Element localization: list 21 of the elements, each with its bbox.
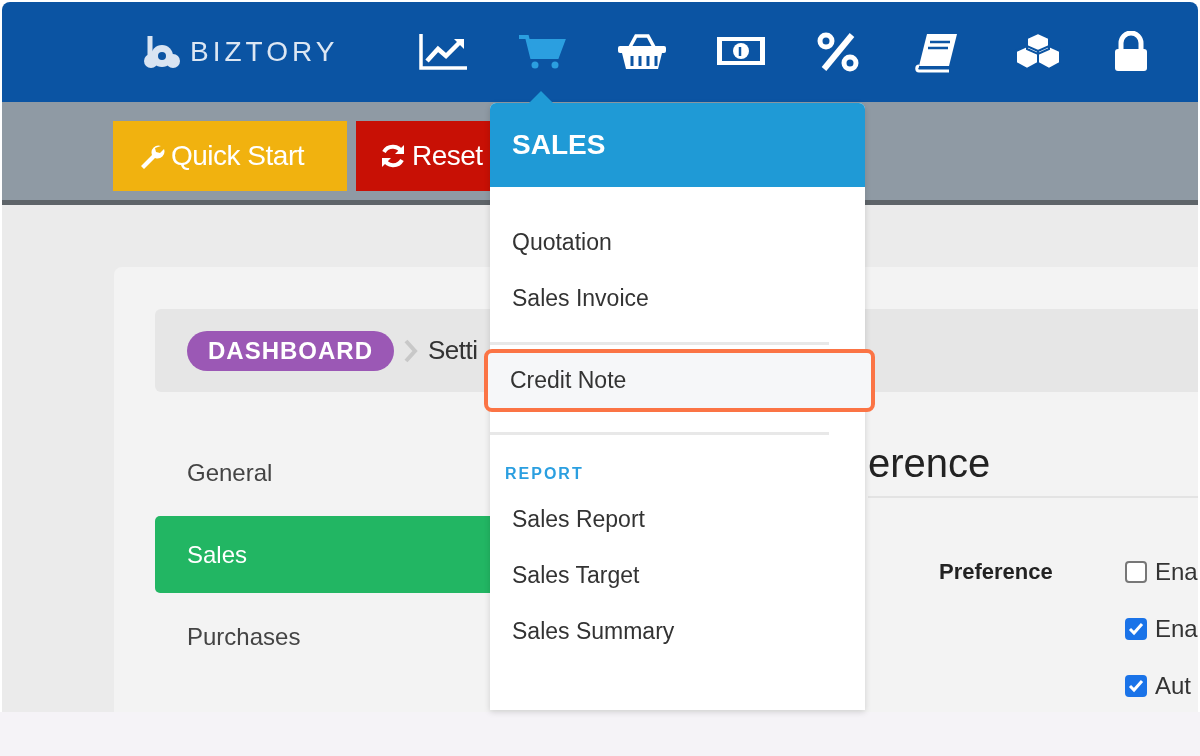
- menu-item[interactable]: Sales Invoice: [486, 270, 869, 326]
- checkbox-label: Aut: [1155, 672, 1192, 700]
- checkbox-label: Ena: [1155, 615, 1198, 643]
- menu-item[interactable]: Sales Summary: [486, 603, 869, 659]
- checkbox-label: Ena: [1155, 558, 1198, 586]
- breadcrumb-text: Setti: [428, 335, 478, 366]
- logo-icon: [142, 34, 182, 70]
- checkbox[interactable]: [1125, 561, 1147, 583]
- menu-item[interactable]: Quotation: [486, 214, 869, 270]
- menu-item[interactable]: Credit Note: [484, 349, 875, 412]
- checkbox[interactable]: [1125, 618, 1147, 640]
- wrench-icon: [139, 143, 165, 169]
- checkbox[interactable]: [1125, 675, 1147, 697]
- refresh-icon: [380, 143, 406, 169]
- breadcrumb-link[interactable]: DASHBOARD: [187, 330, 394, 371]
- section-label: REPORT: [504, 465, 585, 484]
- chevron-icon: [403, 337, 419, 364]
- page-heading: erence: [868, 433, 1198, 498]
- logo-text: BIZTORY: [190, 36, 339, 68]
- section-label: Preference: [938, 558, 1054, 586]
- chart-icon[interactable]: [418, 31, 470, 73]
